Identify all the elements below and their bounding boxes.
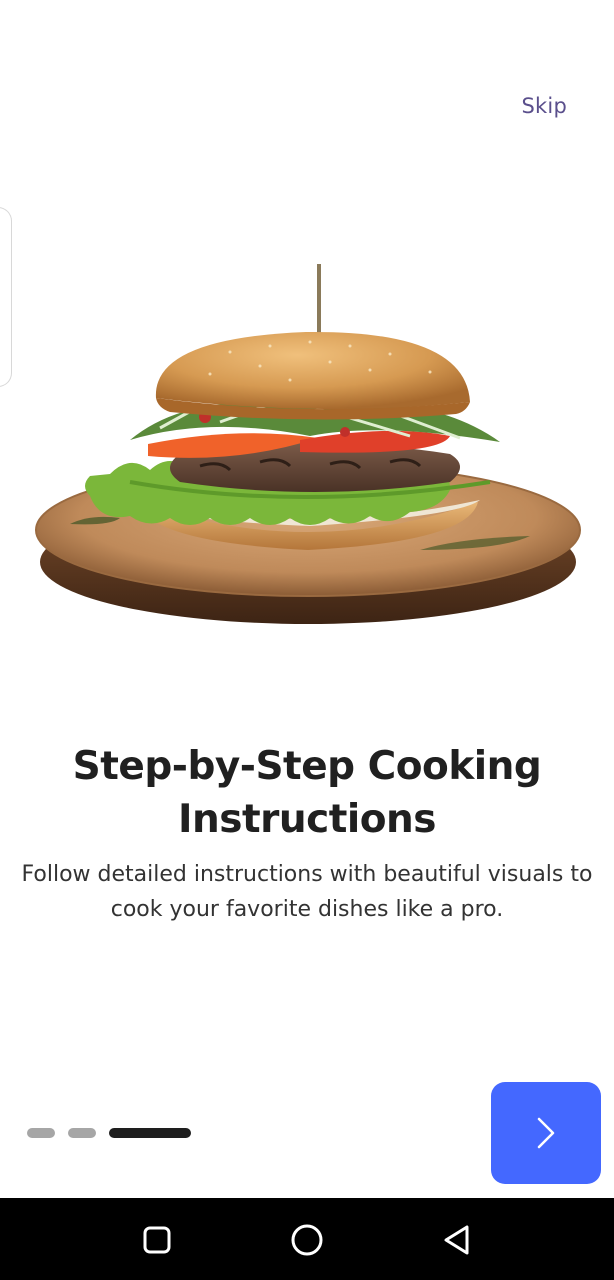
- onboarding-title: Step-by-Step Cooking Instructions: [72, 744, 542, 842]
- home-button[interactable]: [287, 1220, 327, 1260]
- recents-button[interactable]: [137, 1220, 177, 1260]
- back-icon: [444, 1225, 469, 1255]
- page-dot-3-active: [109, 1128, 191, 1138]
- page-dot-1: [27, 1128, 55, 1138]
- hero-image: [30, 262, 586, 632]
- burger-on-wooden-board-icon: [35, 264, 581, 624]
- page-dot-2: [68, 1128, 96, 1138]
- next-button[interactable]: [491, 1082, 601, 1184]
- skip-button[interactable]: Skip: [522, 94, 567, 118]
- chevron-right-icon: [537, 1117, 555, 1149]
- page-indicator: [27, 1128, 191, 1138]
- system-navigation-bar: [0, 1198, 614, 1280]
- home-icon: [291, 1224, 323, 1256]
- onboarding-description: Follow detailed instructions with beauti…: [21, 862, 593, 922]
- side-drawer-handle[interactable]: [0, 207, 12, 387]
- recents-icon: [143, 1226, 171, 1254]
- back-button[interactable]: [437, 1220, 477, 1260]
